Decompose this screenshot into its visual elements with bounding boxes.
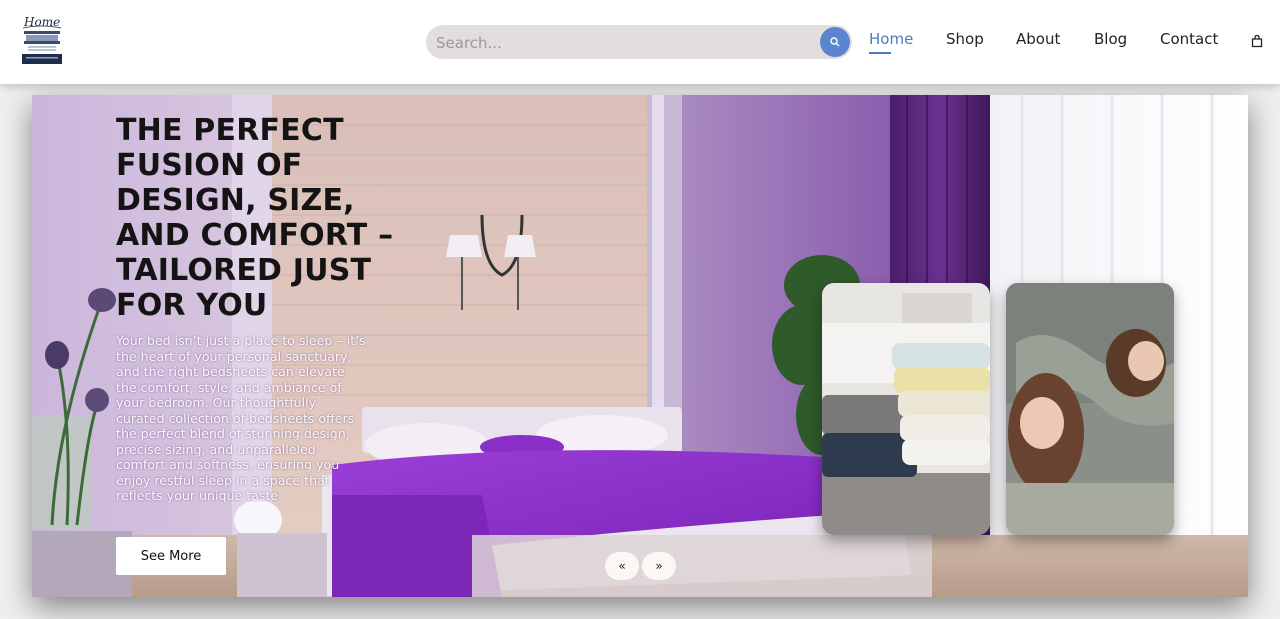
bedsheets-stack-card[interactable] xyxy=(822,283,990,535)
search-button[interactable] xyxy=(820,27,850,57)
hero-banner: THE PERFECT FUSION OF DESIGN, SIZE, AND … xyxy=(32,95,1248,597)
person-sleeping-image xyxy=(1006,283,1174,535)
search-icon xyxy=(830,37,840,47)
folded-bedsheets-image xyxy=(822,283,990,535)
chevron-left-icon: « xyxy=(618,559,626,573)
hero-description: Your bed isn’t just a place to sleep – i… xyxy=(116,333,366,503)
cart-button[interactable] xyxy=(1251,34,1263,48)
carousel-prev-button[interactable]: « xyxy=(605,552,639,580)
nav-contact[interactable]: Contact xyxy=(1160,30,1218,48)
shopping-bag-icon xyxy=(1251,34,1263,48)
nav-active-underline xyxy=(869,52,891,54)
nav-home[interactable]: Home xyxy=(869,30,913,48)
nav-about[interactable]: About xyxy=(1016,30,1060,48)
sleeping-person-card[interactable] xyxy=(1006,283,1174,535)
bed-logo-icon: Home xyxy=(22,15,62,64)
hero-title: THE PERFECT FUSION OF DESIGN, SIZE, AND … xyxy=(116,113,394,323)
see-more-button[interactable]: See More xyxy=(116,537,226,575)
nav-shop[interactable]: Shop xyxy=(946,30,984,48)
site-logo[interactable]: Home xyxy=(20,14,64,66)
site-header: Home Home Shop About Blog Contact xyxy=(0,0,1280,84)
nav-blog[interactable]: Blog xyxy=(1094,30,1127,48)
search-input[interactable] xyxy=(434,25,818,61)
carousel-next-button[interactable]: » xyxy=(642,552,676,580)
search-bar xyxy=(426,25,852,61)
chevron-right-icon: » xyxy=(655,559,663,573)
